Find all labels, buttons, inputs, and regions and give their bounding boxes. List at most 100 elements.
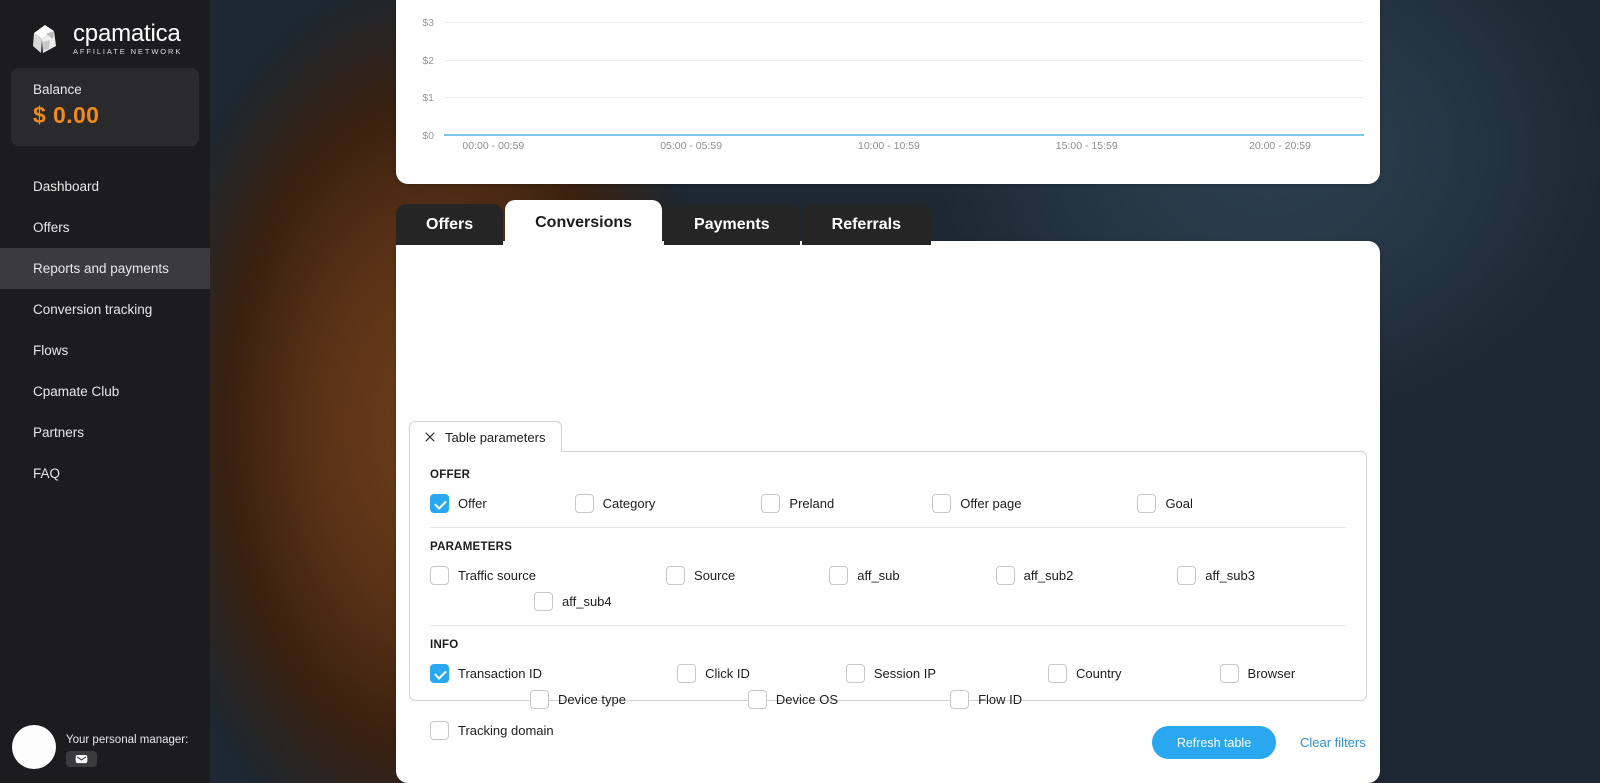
- checkbox-session-ip[interactable]: Session IP: [846, 660, 936, 686]
- tab-offers[interactable]: Offers: [396, 204, 503, 245]
- checkbox-label: Session IP: [874, 666, 936, 681]
- clear-filters-link[interactable]: Clear filters: [1300, 735, 1366, 750]
- chart-plot-area: $0$1$2$3 00:00 - 00:5905:00 - 05:5910:00…: [444, 8, 1364, 136]
- checkbox-unchecked-icon[interactable]: [666, 566, 685, 585]
- table-parameters-tab[interactable]: Table parameters: [409, 421, 562, 452]
- checkbox-country[interactable]: Country: [1048, 660, 1122, 686]
- report-tabs: OffersConversionsPaymentsReferrals: [396, 200, 931, 245]
- chart-gridline: [444, 60, 1364, 61]
- checkbox-unchecked-icon[interactable]: [575, 494, 594, 513]
- tab-conversions[interactable]: Conversions: [505, 200, 662, 245]
- checkbox-label: aff_sub2: [1024, 568, 1074, 583]
- group-title-offer: OFFER: [430, 469, 1346, 481]
- sidebar-item-label: FAQ: [33, 466, 60, 481]
- checkbox-unchecked-icon[interactable]: [829, 566, 848, 585]
- sidebar-item-reports-and-payments[interactable]: Reports and payments: [0, 248, 210, 289]
- brand-tagline: AFFILIATE NETWORK: [73, 48, 182, 56]
- sidebar-item-label: Conversion tracking: [33, 302, 152, 317]
- checkbox-click-id[interactable]: Click ID: [677, 660, 750, 686]
- checkbox-preland[interactable]: Preland: [761, 490, 834, 516]
- sidebar-nav: DashboardOffers Reports and payments Conve…: [0, 166, 210, 494]
- balance-card: Balance $ 0.00: [11, 68, 199, 146]
- brand-logo[interactable]: cpamatica AFFILIATE NETWORK: [0, 0, 210, 62]
- checkbox-label: aff_sub3: [1205, 568, 1255, 583]
- checkbox-label: Source: [694, 568, 735, 583]
- chart-y-tick-label: $3: [422, 17, 434, 29]
- sidebar-item-dashboard[interactable]: Dashboard: [0, 166, 210, 207]
- checkbox-unchecked-icon[interactable]: [530, 690, 549, 709]
- checkbox-unchecked-icon[interactable]: [1177, 566, 1196, 585]
- checkbox-checked-icon[interactable]: [430, 494, 449, 513]
- close-icon[interactable]: [424, 431, 436, 443]
- checkbox-unchecked-icon[interactable]: [534, 592, 553, 611]
- chart-y-tick-label: $1: [422, 92, 434, 104]
- envelope-icon[interactable]: [66, 751, 97, 767]
- checkbox-unchecked-icon[interactable]: [761, 494, 780, 513]
- personal-manager-block: Your personal manager:: [0, 725, 210, 783]
- checkbox-row: Traffic source Source aff_sub aff_sub2 aff_s…: [430, 562, 1346, 614]
- checkbox-unchecked-icon[interactable]: [846, 664, 865, 683]
- checkbox-unchecked-icon[interactable]: [748, 690, 767, 709]
- checkbox-aff-sub3[interactable]: aff_sub3: [1177, 562, 1255, 588]
- chart-y-tick-label: $2: [422, 55, 434, 67]
- sidebar-item-conversion-tracking[interactable]: Conversion tracking: [0, 289, 210, 330]
- sidebar-item-label: Cpamate Club: [33, 384, 119, 399]
- checkbox-aff-sub2[interactable]: aff_sub2: [996, 562, 1074, 588]
- tab-referrals[interactable]: Referrals: [802, 204, 931, 245]
- checkbox-source[interactable]: Source: [666, 562, 735, 588]
- sidebar-item-label: Reports and payments: [33, 261, 169, 276]
- checkbox-aff-sub[interactable]: aff_sub: [829, 562, 899, 588]
- checkbox-goal[interactable]: Goal: [1137, 490, 1192, 516]
- sidebar-item-label: Flows: [33, 343, 68, 358]
- checkbox-transaction-id[interactable]: Transaction ID: [430, 660, 542, 686]
- checkbox-flow-id[interactable]: Flow ID: [950, 686, 1022, 712]
- checkbox-label: Device type: [558, 692, 626, 707]
- checkbox-aff-sub4[interactable]: aff_sub4: [534, 588, 612, 614]
- checkbox-label: Flow ID: [978, 692, 1022, 707]
- sidebar-item-flows[interactable]: Flows: [0, 330, 210, 371]
- sidebar-item-cpamate-club[interactable]: Cpamate Club: [0, 371, 210, 412]
- refresh-table-button[interactable]: Refresh table: [1152, 726, 1276, 759]
- sidebar-item-partners[interactable]: Partners: [0, 412, 210, 453]
- tab-payments[interactable]: Payments: [664, 204, 800, 245]
- checkbox-checked-icon[interactable]: [430, 664, 449, 683]
- checkbox-unchecked-icon[interactable]: [677, 664, 696, 683]
- personal-manager-label: Your personal manager:: [66, 734, 188, 746]
- checkbox-unchecked-icon[interactable]: [996, 566, 1015, 585]
- group-title-parameters: PARAMETERS: [430, 541, 1346, 553]
- sidebar-item-faq[interactable]: FAQ: [0, 453, 210, 494]
- checkbox-offer[interactable]: Offer: [430, 490, 487, 516]
- checkbox-unchecked-icon[interactable]: [430, 721, 449, 740]
- checkbox-offer-page[interactable]: Offer page: [932, 490, 1021, 516]
- sidebar-item-label: Partners: [33, 425, 84, 440]
- checkbox-label: Preland: [789, 496, 834, 511]
- checkbox-unchecked-icon[interactable]: [1220, 664, 1239, 683]
- checkbox-unchecked-icon[interactable]: [1137, 494, 1156, 513]
- checkbox-label: Category: [603, 496, 656, 511]
- checkbox-label: aff_sub: [857, 568, 899, 583]
- sidebar-item-offers[interactable]: Offers: [0, 207, 210, 248]
- chart-gridline: [444, 22, 1364, 23]
- checkbox-row: Offer Category Preland Offer page Goal: [430, 490, 1346, 516]
- checkbox-device-os[interactable]: Device OS: [748, 686, 838, 712]
- table-parameters-body: OFFER Offer Category Preland Offer page Goal P…: [409, 451, 1367, 701]
- checkbox-tracking-domain[interactable]: Tracking domain: [430, 717, 554, 743]
- checkbox-unchecked-icon[interactable]: [950, 690, 969, 709]
- balance-value: $ 0.00: [33, 102, 199, 129]
- checkbox-unchecked-icon[interactable]: [1048, 664, 1067, 683]
- chart-x-tick-label: 15:00 - 15:59: [1056, 140, 1118, 152]
- chart-x-tick-label: 05:00 - 05:59: [660, 140, 722, 152]
- cpamatica-cube-logo-icon: [30, 22, 64, 56]
- chart-y-tick-label: $0: [422, 130, 434, 142]
- chart-x-tick-label: 20:00 - 20:59: [1249, 140, 1311, 152]
- checkbox-label: Browser: [1248, 666, 1296, 681]
- checkbox-device-type[interactable]: Device type: [530, 686, 626, 712]
- checkbox-unchecked-icon[interactable]: [430, 566, 449, 585]
- chart-gridline: [444, 97, 1364, 98]
- checkbox-browser[interactable]: Browser: [1220, 660, 1296, 686]
- checkbox-label: Click ID: [705, 666, 750, 681]
- checkbox-category[interactable]: Category: [575, 490, 656, 516]
- divider: [430, 625, 1346, 626]
- checkbox-unchecked-icon[interactable]: [932, 494, 951, 513]
- checkbox-traffic-source[interactable]: Traffic source: [430, 562, 536, 588]
